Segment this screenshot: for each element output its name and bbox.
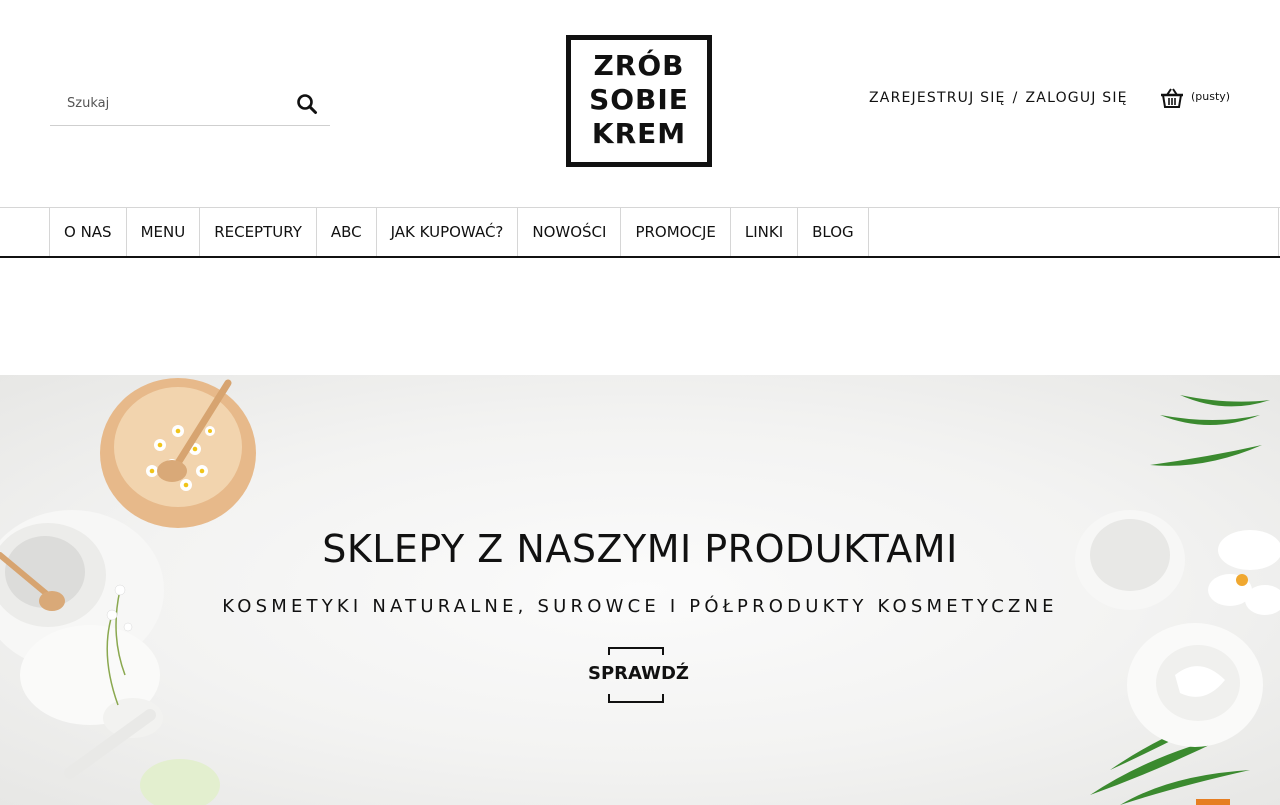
logo-line-1: ZRÓB bbox=[593, 49, 685, 82]
nav-item-nowosci[interactable]: NOWOŚCI bbox=[517, 208, 620, 256]
nav-item-o-nas[interactable]: O NAS bbox=[49, 208, 126, 256]
main-nav: O NAS MENU RECEPTURY ABC JAK KUPOWAĆ? NO… bbox=[0, 207, 1280, 258]
nav-item-receptury[interactable]: RECEPTURY bbox=[199, 208, 316, 256]
cart-widget[interactable]: (pusty) bbox=[1160, 86, 1240, 112]
site-header: ZRÓB SOBIE KREM ZAREJESTRUJ SIĘ / ZALOGUJ … bbox=[0, 0, 1280, 207]
nav-item-jak-kupowac[interactable]: JAK KUPOWAĆ? bbox=[375, 208, 518, 256]
nav-item-promocje[interactable]: PROMOCJE bbox=[620, 208, 729, 256]
nav-item-menu[interactable]: MENU bbox=[125, 208, 200, 256]
search-box bbox=[50, 82, 330, 126]
account-separator: / bbox=[1012, 90, 1019, 106]
hero-title: SKLEPY Z NASZYMI PRODUKTAMI bbox=[322, 527, 958, 571]
hero-banner: SKLEPY Z NASZYMI PRODUKTAMI KOSMETYKI NA… bbox=[0, 375, 1280, 805]
hero-background-image bbox=[0, 378, 1280, 805]
nav-item-abc[interactable]: ABC bbox=[315, 208, 376, 256]
search-icon[interactable] bbox=[296, 93, 318, 115]
scroll-top-tab[interactable] bbox=[1196, 799, 1230, 805]
login-link[interactable]: ZALOGUJ SIĘ bbox=[1026, 90, 1128, 106]
account-links: ZAREJESTRUJ SIĘ / ZALOGUJ SIĘ bbox=[869, 90, 1128, 112]
nav-item-linki[interactable]: LINKI bbox=[729, 208, 797, 256]
search-input[interactable] bbox=[50, 82, 290, 124]
nav-divider bbox=[1278, 208, 1279, 256]
register-link[interactable]: ZAREJESTRUJ SIĘ bbox=[869, 90, 1006, 106]
cta-label: SPRAWDŹ bbox=[588, 663, 689, 684]
cta-button[interactable]: SPRAWDŹ bbox=[588, 647, 689, 705]
logo-line-3: KREM bbox=[591, 117, 687, 150]
site-logo[interactable]: ZRÓB SOBIE KREM bbox=[566, 35, 712, 167]
hero-subtitle: KOSMETYKI NATURALNE, SUROWCE I PÓŁPRODUK… bbox=[222, 596, 1058, 617]
logo-line-2: SOBIE bbox=[589, 83, 689, 116]
nav-item-blog[interactable]: BLOG bbox=[797, 208, 869, 256]
basket-icon[interactable] bbox=[1160, 87, 1184, 109]
cart-status: (pusty) bbox=[1191, 90, 1231, 103]
